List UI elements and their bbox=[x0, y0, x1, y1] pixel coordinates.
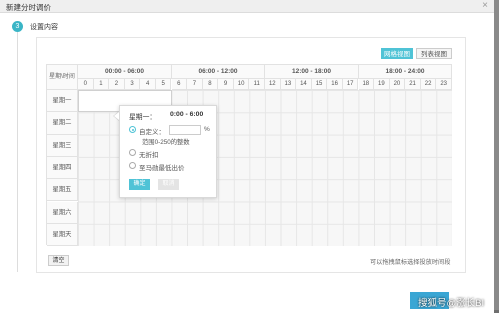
hour-header-cell: 4 bbox=[140, 79, 156, 90]
hour-header-cell: 2 bbox=[109, 79, 125, 90]
hour-header-cell: 6 bbox=[171, 79, 188, 90]
confirm-button[interactable]: 确定 bbox=[129, 179, 150, 190]
day-label: 星期一 bbox=[47, 90, 78, 113]
step-connector-line bbox=[17, 32, 18, 272]
hour-header-cell: 14 bbox=[296, 79, 312, 90]
hour-header-cell: 12 bbox=[265, 79, 281, 90]
hour-header-cell: 5 bbox=[155, 79, 172, 90]
modal-dialog: 新建分时调价 × 3 设置内容 网格视图 列表视图 星期\时间 00:00 - … bbox=[0, 0, 494, 313]
range-hint: 范围0-250的整数 bbox=[142, 139, 190, 146]
hour-header-cell: 22 bbox=[420, 79, 437, 90]
day-label: 星期四 bbox=[47, 156, 78, 180]
lowest-bid-label: 至马勋最低出价 bbox=[139, 165, 185, 172]
hour-header-cell: 1 bbox=[93, 79, 110, 90]
hour-header-cell: 13 bbox=[280, 79, 297, 90]
time-slot-popover: 星期一： 0:00 - 6:00 自定义： % 范围0-250的整数 无折扣 至… bbox=[119, 105, 217, 198]
range-header: 00:00 - 06:00 bbox=[78, 65, 172, 79]
modal-header: 新建分时调价 × bbox=[0, 0, 494, 13]
list-view-button[interactable]: 列表视图 bbox=[416, 48, 452, 59]
scrollbar-thumb[interactable] bbox=[494, 0, 499, 310]
hour-header-cell: 18 bbox=[358, 79, 375, 90]
day-label: 星期二 bbox=[47, 112, 78, 135]
day-label: 星期三 bbox=[47, 134, 78, 157]
range-header: 06:00 - 12:00 bbox=[172, 65, 265, 79]
scrollbar[interactable] bbox=[494, 0, 499, 313]
hour-header-cell: 23 bbox=[436, 79, 452, 90]
hour-header-cell: 10 bbox=[233, 79, 250, 90]
day-label: 星期六 bbox=[47, 201, 78, 224]
hour-header-cell: 20 bbox=[389, 79, 406, 90]
step-number-badge: 3 bbox=[12, 21, 23, 32]
no-discount-label: 无折扣 bbox=[139, 152, 159, 159]
day-label: 星期五 bbox=[47, 179, 78, 202]
drag-hint-text: 可以拖拽鼠标选择投放时间段 bbox=[370, 259, 451, 266]
hour-header-cell: 17 bbox=[342, 79, 359, 90]
hour-header-cell: 7 bbox=[187, 79, 203, 90]
hour-header-cell: 15 bbox=[311, 79, 328, 90]
popover-day: 星期一： bbox=[129, 114, 157, 121]
range-header: 18:00 - 24:00 bbox=[359, 65, 452, 79]
no-discount-radio[interactable] bbox=[129, 149, 136, 156]
schedule-table: 星期\时间 00:00 - 06:00 06:00 - 12:00 12:00 … bbox=[46, 64, 452, 247]
custom-option-label: 自定义： bbox=[139, 129, 165, 136]
custom-radio[interactable] bbox=[129, 126, 136, 133]
hour-header-cell: 21 bbox=[405, 79, 421, 90]
cancel-button[interactable]: 取消 bbox=[158, 179, 179, 190]
hour-header-cell: 8 bbox=[202, 79, 219, 90]
hour-header-cell: 0 bbox=[78, 79, 94, 90]
day-label: 星期天 bbox=[47, 223, 78, 247]
close-icon[interactable]: × bbox=[482, 0, 488, 11]
weekday-time-corner-label: 星期\时间 bbox=[47, 65, 78, 90]
hour-header-cell: 9 bbox=[218, 79, 234, 90]
popover-range: 0:00 - 6:00 bbox=[170, 111, 204, 118]
modal-title: 新建分时调价 bbox=[6, 3, 51, 12]
hour-header-cell: 19 bbox=[374, 79, 390, 90]
percent-sign: % bbox=[204, 126, 210, 133]
grid-view-button[interactable]: 网格视图 bbox=[381, 48, 413, 59]
range-header: 12:00 - 18:00 bbox=[265, 65, 359, 79]
hour-header-cell: 11 bbox=[249, 79, 265, 90]
hour-header-cell: 3 bbox=[124, 79, 141, 90]
percent-input[interactable] bbox=[169, 125, 201, 135]
popover-arrow-inner bbox=[114, 112, 119, 120]
clear-button[interactable]: 清空 bbox=[48, 255, 69, 266]
hour-header-cell: 16 bbox=[327, 79, 343, 90]
lowest-bid-radio[interactable] bbox=[129, 162, 136, 169]
step-title: 设置内容 bbox=[30, 24, 58, 31]
watermark: 搜狐号@涨长BI bbox=[418, 298, 485, 309]
